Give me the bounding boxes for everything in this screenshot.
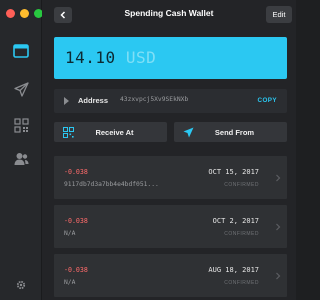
balance-card: 14.10 USD (54, 37, 287, 79)
balance-currency: USD (125, 48, 157, 67)
main-panel: Spending Cash Wallet Edit 14.10 USD Addr… (42, 0, 296, 300)
address-label: Address (78, 96, 109, 105)
send-icon[interactable] (12, 80, 30, 98)
send-from-button[interactable]: Send From (174, 122, 287, 142)
transaction-amount: -0.038 (64, 266, 88, 274)
transaction-status: CONFIRMED (224, 182, 259, 188)
transaction-status: CONFIRMED (224, 231, 259, 237)
address-value: 43zxvpcj5Xv9SEkNXb (120, 96, 189, 103)
wallet-icon[interactable] (12, 42, 30, 60)
copy-address-button[interactable]: COPY (258, 97, 277, 104)
close-window-button[interactable] (6, 9, 15, 18)
transaction-date: OCT 2, 2017 (212, 217, 259, 225)
transaction-date: OCT 15, 2017 (208, 168, 259, 176)
window-controls (6, 9, 43, 18)
transaction-row[interactable]: -0.038 9117db7d3a7bb4e4bdf051... OCT 15,… (54, 156, 287, 199)
page-title: Spending Cash Wallet (124, 8, 214, 18)
transaction-hash: N/A (64, 279, 76, 286)
gear-icon[interactable] (15, 276, 27, 290)
receive-at-button[interactable]: Receive At (54, 122, 167, 142)
transaction-amount: -0.038 (64, 168, 88, 176)
transaction-row[interactable]: -0.038 N/A AUG 18, 2017 CONFIRMED (54, 254, 287, 297)
back-button[interactable] (54, 7, 72, 23)
send-from-label: Send From (214, 127, 255, 137)
chevron-right-icon (276, 174, 281, 182)
transaction-date: AUG 18, 2017 (208, 266, 259, 274)
transaction-row[interactable]: -0.038 N/A OCT 2, 2017 CONFIRMED (54, 205, 287, 248)
edit-button[interactable]: Edit (266, 6, 292, 23)
balance-amount: 14.10 USD (65, 48, 156, 67)
transaction-list: -0.038 9117db7d3a7bb4e4bdf051... OCT 15,… (54, 156, 298, 300)
transaction-hash: N/A (64, 230, 76, 237)
balance-value: 14.10 (65, 48, 116, 67)
chevron-left-icon (60, 11, 66, 19)
sidebar (0, 0, 43, 300)
address-row[interactable]: Address 43zxvpcj5Xv9SEkNXb COPY (54, 89, 287, 113)
disclosure-triangle-icon[interactable] (64, 97, 69, 105)
chevron-right-icon (276, 272, 281, 280)
receive-at-label: Receive At (95, 127, 134, 137)
transaction-status: CONFIRMED (224, 280, 259, 286)
contacts-icon[interactable] (12, 150, 30, 168)
transaction-amount: -0.038 (64, 217, 88, 225)
chevron-right-icon (276, 223, 281, 231)
transaction-hash: 9117db7d3a7bb4e4bdf051... (64, 181, 159, 188)
qr-code-icon[interactable] (12, 116, 30, 134)
title-bar: Spending Cash Wallet Edit (42, 0, 296, 30)
minimize-window-button[interactable] (20, 9, 29, 18)
